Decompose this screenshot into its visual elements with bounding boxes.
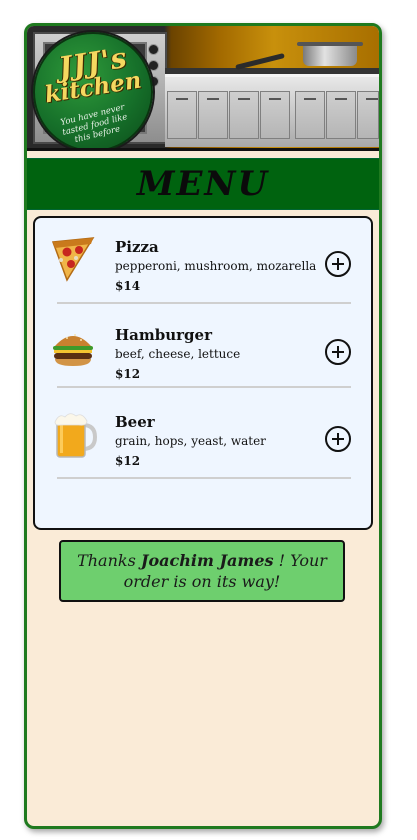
item-description: grain, hops, yeast, water — [115, 434, 266, 448]
pizza-slice-icon — [51, 237, 95, 282]
beer-mug-icon — [54, 413, 97, 458]
user-name: Joachim James — [140, 551, 274, 570]
item-name: Beer — [115, 413, 155, 431]
menu-items-card: Pizza pepperoni, mushroom, mozarella $14… — [33, 216, 373, 530]
app-frame: JJJ's kitchen You have never tasted food… — [24, 23, 382, 829]
item-price: $12 — [115, 367, 141, 381]
menu-title: MENU — [136, 164, 270, 204]
menu-item-beer: Beer grain, hops, yeast, water $12 — [35, 393, 371, 473]
add-to-order-button[interactable] — [325, 251, 351, 277]
item-name: Hamburger — [115, 326, 212, 344]
kitchen-counter-illustration — [165, 74, 379, 147]
logo-tagline: You have never tasted food like this bef… — [59, 102, 129, 146]
brand-logo: JJJ's kitchen You have never tasted food… — [33, 32, 153, 148]
item-divider — [57, 477, 351, 479]
hamburger-icon — [53, 334, 93, 366]
item-price: $14 — [115, 279, 141, 293]
menu-header: MENU — [27, 158, 379, 210]
order-confirmation-message: Thanks Joachim James ! Your order is on … — [59, 540, 345, 602]
item-price: $12 — [115, 454, 141, 468]
item-name: Pizza — [115, 238, 159, 256]
item-divider — [57, 302, 351, 304]
pot-illustration — [297, 42, 363, 66]
header-banner: JJJ's kitchen You have never tasted food… — [27, 26, 379, 148]
menu-item-hamburger: Hamburger beef, cheese, lettuce $12 — [35, 306, 371, 386]
item-description: pepperoni, mushroom, mozarella — [115, 259, 317, 273]
add-to-order-button[interactable] — [325, 426, 351, 452]
item-divider — [57, 386, 351, 388]
item-description: beef, cheese, lettuce — [115, 347, 241, 361]
confirmation-prefix: Thanks — [77, 551, 136, 570]
menu-item-pizza: Pizza pepperoni, mushroom, mozarella $14 — [35, 218, 371, 298]
add-to-order-button[interactable] — [325, 339, 351, 365]
